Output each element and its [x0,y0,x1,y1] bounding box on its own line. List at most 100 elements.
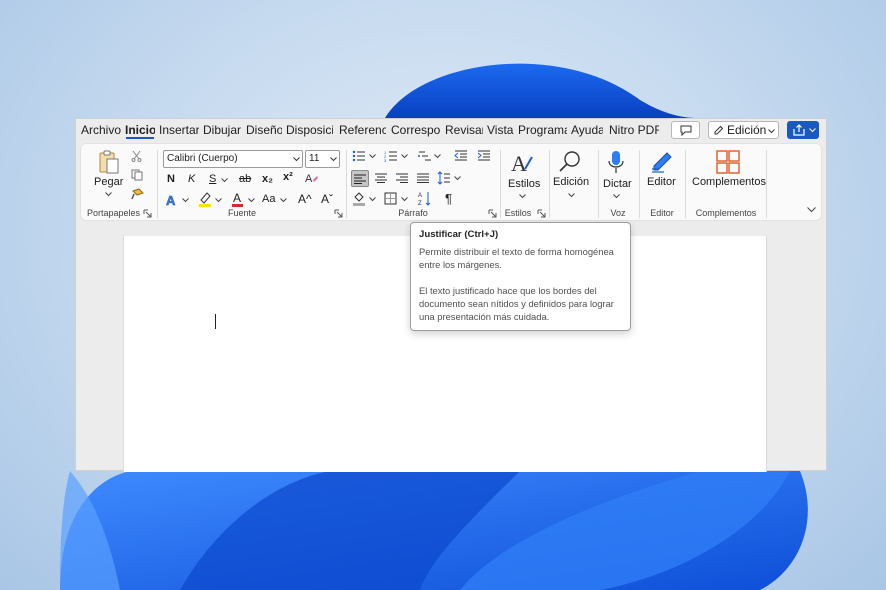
chevron-down-icon [401,154,408,159]
decrease-indent-icon[interactable] [454,150,468,162]
line-spacing-icon[interactable] [437,171,451,185]
tooltip-details: El texto justificado hace que los bordes… [419,285,614,322]
shading-icon[interactable] [352,191,366,206]
chevron-down-icon [613,194,620,199]
addins-label: Complementos [692,176,766,188]
font-size-value: 11 [309,153,320,164]
highlighter-icon[interactable] [198,191,212,207]
dialog-launcher-icon[interactable] [334,209,343,218]
align-left-icon [354,174,366,184]
dialog-launcher-icon[interactable] [488,209,497,218]
dictate-label: Dictar [603,178,632,190]
chevron-down-icon [330,157,337,162]
chevron-down-icon [293,157,300,162]
svg-text:A: A [418,193,422,199]
increase-indent-icon[interactable] [477,150,491,162]
copy-icon[interactable] [131,169,143,181]
borders-icon[interactable] [384,192,397,205]
dialog-launcher-icon[interactable] [143,209,152,218]
multilevel-list-icon[interactable] [418,150,432,162]
tab-programador[interactable]: Programador [518,123,567,139]
editor-pen-icon [652,152,672,173]
tab-inicio[interactable]: Inicio [125,123,155,139]
share-icon [793,124,805,136]
tab-diseno[interactable]: Diseño [246,123,282,139]
align-right-icon[interactable] [396,173,409,183]
tab-correspondencia[interactable]: Correspondencia [391,123,440,139]
show-formatting-button[interactable]: ¶ [445,191,452,206]
chevron-down-icon [401,197,408,202]
group-separator [157,150,158,218]
tab-ayuda[interactable]: Ayuda [571,123,603,139]
chevron-down-icon [215,198,222,203]
editing-mode-button[interactable]: Edición [708,121,779,139]
chevron-down-icon [519,194,526,199]
comments-button[interactable] [671,121,700,139]
chevron-down-icon [182,198,189,203]
italic-button[interactable]: K [188,173,195,185]
styles-icon: A [511,151,533,175]
underline-button[interactable]: S [209,173,216,185]
font-group-label: Fuente [227,208,257,218]
chevron-down-icon [105,192,112,197]
text-effects-icon[interactable]: A [165,193,179,207]
tab-revisar[interactable]: Revisar [445,123,483,139]
tab-vista[interactable]: Vista [487,123,514,139]
dialog-launcher-icon[interactable] [537,209,546,218]
group-separator [500,150,501,218]
subscript-button[interactable]: x₂ [262,173,273,185]
chevron-down-icon [280,198,287,203]
tab-insertar[interactable]: Insertar [159,123,199,139]
editing-mode-label: Edición [727,123,767,137]
grow-font-button[interactable]: A^ [298,192,312,206]
group-separator [598,150,599,218]
clipboard-icon [99,150,119,174]
addins-grid-icon [716,150,740,174]
align-center-icon[interactable] [375,173,388,183]
svg-text:A: A [233,191,241,205]
strikethrough-button[interactable]: ab [239,173,251,185]
chevron-down-icon [221,178,228,183]
bullets-icon[interactable] [352,150,366,162]
tab-disposicion[interactable]: Disposición [286,123,333,139]
tab-referencias[interactable]: Referencias [339,123,386,139]
addins-group-label: Complementos [695,208,757,218]
editor-group-label: Editor [650,208,674,218]
group-separator [549,150,550,218]
chevron-down-icon [768,129,775,134]
tab-nitro-pdf[interactable]: Nitro PDF [609,123,659,139]
format-painter-icon[interactable] [131,188,144,200]
group-separator [766,150,767,218]
chevron-down-icon [454,176,461,181]
numbering-icon[interactable]: 123 [384,150,398,162]
tab-dibujar[interactable]: Dibujar [203,123,243,139]
share-button[interactable] [787,121,819,139]
chevron-down-icon [809,128,816,133]
font-name-value: Calibri (Cuerpo) [167,153,238,164]
superscript-button[interactable]: x² [283,171,293,183]
font-name-select[interactable]: Calibri (Cuerpo) [163,150,303,168]
sort-icon[interactable]: AZ [418,191,432,206]
collapse-ribbon-icon[interactable] [807,207,816,213]
voice-group-label: Voz [610,208,626,218]
ribbon-home: Pegar Portapapeles Calibri (Cuerpo) 11 N… [80,143,822,221]
text-cursor [215,314,216,329]
chevron-down-icon [568,193,575,198]
justify-icon[interactable] [417,173,430,183]
tab-archivo[interactable]: Archivo [81,123,121,139]
styles-label: Estilos [508,178,541,190]
change-case-button[interactable]: Aa [262,193,275,205]
font-color-icon[interactable]: A [231,191,244,207]
tooltip-title: Justificar (Ctrl+J) [419,229,499,240]
paragraph-group-label: Párrafo [398,208,428,218]
tooltip-description: Permite distribuir el texto de forma hom… [419,246,614,270]
comment-icon [680,125,692,136]
clear-formatting-icon[interactable]: A [305,172,319,185]
svg-text:A: A [166,193,176,207]
search-icon [559,151,580,172]
cut-icon[interactable] [131,150,142,162]
bold-button[interactable]: N [167,173,175,185]
shrink-font-button[interactable]: Aˇ [321,192,333,206]
clipboard-group-label: Portapapeles [87,208,141,218]
align-left-button[interactable] [351,170,369,187]
